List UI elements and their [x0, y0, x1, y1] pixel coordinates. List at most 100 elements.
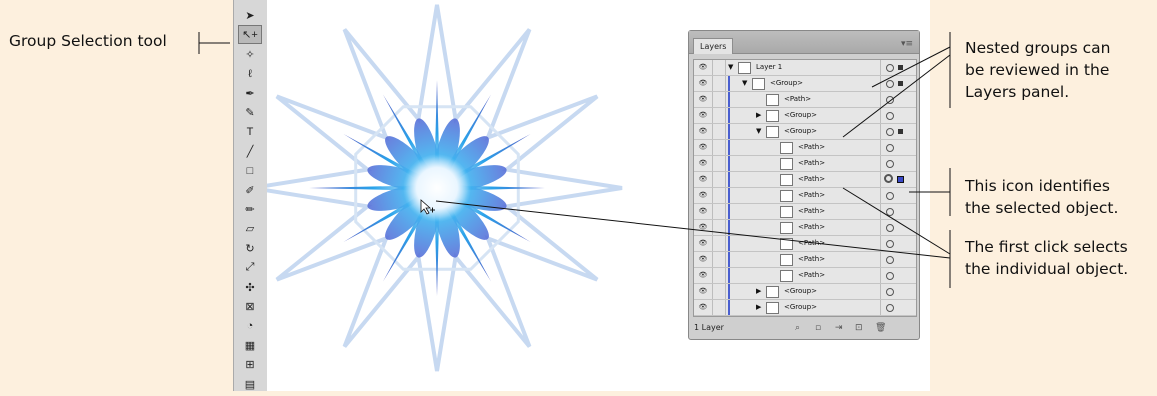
expand-right-icon[interactable]: ▶ — [756, 300, 761, 315]
target-icon[interactable] — [886, 272, 894, 280]
layer-name[interactable]: <Path> — [798, 172, 825, 187]
type-icon[interactable]: T — [238, 122, 262, 141]
eraser-icon[interactable]: ▱ — [238, 219, 262, 238]
line-segment-icon[interactable]: ╱ — [238, 142, 262, 161]
lock-toggle[interactable] — [713, 108, 726, 123]
layer-name[interactable]: <Group> — [784, 108, 817, 123]
expand-down-icon[interactable]: ▼ — [742, 76, 747, 91]
visibility-eye-icon[interactable]: 👁 — [694, 172, 713, 187]
lock-toggle[interactable] — [713, 236, 726, 251]
visibility-eye-icon[interactable]: 👁 — [694, 156, 713, 171]
lock-toggle[interactable] — [713, 220, 726, 235]
perspective-grid-icon[interactable]: ▦ — [238, 336, 262, 355]
group-selection-icon[interactable]: ↖+ — [238, 25, 262, 45]
layer-row[interactable]: 👁 <Path> — [694, 156, 916, 172]
target-icon[interactable] — [886, 192, 894, 200]
target-icon[interactable] — [886, 208, 894, 216]
expand-right-icon[interactable]: ▶ — [756, 284, 761, 299]
new-layer-icon[interactable]: ⊡ — [855, 317, 863, 339]
selected-target-icon[interactable] — [884, 174, 893, 183]
lock-toggle[interactable] — [713, 252, 726, 267]
target-icon[interactable] — [886, 144, 894, 152]
layer-row[interactable]: 👁 <Path> — [694, 172, 916, 188]
lock-toggle[interactable] — [713, 172, 726, 187]
puppet-warp-icon[interactable]: ✣ — [238, 278, 262, 297]
visibility-eye-icon[interactable]: 👁 — [694, 300, 713, 315]
expand-right-icon[interactable]: ▶ — [756, 108, 761, 123]
visibility-eye-icon[interactable]: 👁 — [694, 284, 713, 299]
layer-row[interactable]: 👁 ▶ <Group> — [694, 108, 916, 124]
layer-name[interactable]: Layer 1 — [756, 60, 782, 75]
lock-toggle[interactable] — [713, 204, 726, 219]
lock-toggle[interactable] — [713, 124, 726, 139]
scale-icon[interactable]: ⤢ — [238, 258, 262, 277]
layer-row[interactable]: 👁 <Path> — [694, 204, 916, 220]
tab-layers[interactable]: Layers — [693, 38, 734, 54]
layer-row[interactable]: 👁 ▼ Layer 1 — [694, 60, 916, 76]
visibility-eye-icon[interactable]: 👁 — [694, 140, 713, 155]
rectangle-icon[interactable]: □ — [238, 161, 262, 180]
target-icon[interactable] — [886, 96, 894, 104]
target-icon[interactable] — [886, 224, 894, 232]
layer-name[interactable]: <Path> — [798, 268, 825, 283]
rotate-icon[interactable]: ↻ — [238, 239, 262, 258]
lasso-icon[interactable]: ℓ — [238, 64, 262, 83]
target-icon[interactable] — [886, 64, 894, 72]
panel-menu-icon[interactable]: ▾≡ — [901, 39, 913, 49]
layer-row[interactable]: 👁 ▶ <Group> — [694, 284, 916, 300]
target-icon[interactable] — [886, 112, 894, 120]
layer-name[interactable]: <Path> — [798, 220, 825, 235]
layer-row[interactable]: 👁 ▼ <Group> — [694, 124, 916, 140]
lock-toggle[interactable] — [713, 76, 726, 91]
free-transform-icon[interactable]: ⊠ — [238, 297, 262, 316]
layer-row[interactable]: 👁 <Path> — [694, 252, 916, 268]
visibility-eye-icon[interactable]: 👁 — [694, 188, 713, 203]
paintbrush-icon[interactable]: ✐ — [238, 181, 262, 200]
locate-object-icon[interactable]: ⌕ — [795, 317, 800, 339]
visibility-eye-icon[interactable]: 👁 — [694, 60, 713, 75]
layer-name[interactable]: <Group> — [770, 76, 803, 91]
lock-toggle[interactable] — [713, 156, 726, 171]
layer-row[interactable]: 👁 ▶ <Group> — [694, 300, 916, 316]
shape-builder-icon[interactable]: ◔ — [238, 316, 262, 335]
visibility-eye-icon[interactable]: 👁 — [694, 92, 713, 107]
lock-toggle[interactable] — [713, 188, 726, 203]
target-icon[interactable] — [886, 288, 894, 296]
curvature-pen-icon[interactable]: ✎ — [238, 103, 262, 122]
lock-toggle[interactable] — [713, 140, 726, 155]
expand-down-icon[interactable]: ▼ — [756, 124, 761, 139]
layer-row[interactable]: 👁 <Path> — [694, 220, 916, 236]
visibility-eye-icon[interactable]: 👁 — [694, 108, 713, 123]
layer-row[interactable]: 👁 <Path> — [694, 92, 916, 108]
visibility-eye-icon[interactable]: 👁 — [694, 220, 713, 235]
layer-name[interactable]: <Path> — [798, 204, 825, 219]
lock-toggle[interactable] — [713, 284, 726, 299]
delete-layer-icon[interactable]: 🗑 — [875, 317, 886, 339]
layer-row[interactable]: 👁 <Path> — [694, 268, 916, 284]
layer-name[interactable]: <Group> — [784, 124, 817, 139]
layer-name[interactable]: <Group> — [784, 300, 817, 315]
lock-toggle[interactable] — [713, 268, 726, 283]
create-sublayer-icon[interactable]: ⇥ — [835, 317, 843, 339]
target-icon[interactable] — [886, 240, 894, 248]
target-icon[interactable] — [886, 256, 894, 264]
target-icon[interactable] — [886, 160, 894, 168]
pen-icon[interactable]: ✒ — [238, 84, 262, 103]
make-clipping-mask-icon[interactable]: ▫ — [815, 317, 821, 339]
layer-name[interactable]: <Path> — [798, 236, 825, 251]
visibility-eye-icon[interactable]: 👁 — [694, 204, 713, 219]
pencil-icon[interactable]: ✏ — [238, 200, 262, 219]
visibility-eye-icon[interactable]: 👁 — [694, 252, 713, 267]
mesh-icon[interactable]: ⊞ — [238, 355, 262, 374]
layer-name[interactable]: <Group> — [784, 284, 817, 299]
layer-row[interactable]: 👁 <Path> — [694, 140, 916, 156]
layer-row[interactable]: 👁 <Path> — [694, 236, 916, 252]
layer-name[interactable]: <Path> — [798, 156, 825, 171]
target-icon[interactable] — [886, 304, 894, 312]
visibility-eye-icon[interactable]: 👁 — [694, 124, 713, 139]
layer-row[interactable]: 👁 <Path> — [694, 188, 916, 204]
target-icon[interactable] — [886, 128, 894, 136]
target-icon[interactable] — [886, 80, 894, 88]
visibility-eye-icon[interactable]: 👁 — [694, 76, 713, 91]
layer-name[interactable]: <Path> — [798, 140, 825, 155]
